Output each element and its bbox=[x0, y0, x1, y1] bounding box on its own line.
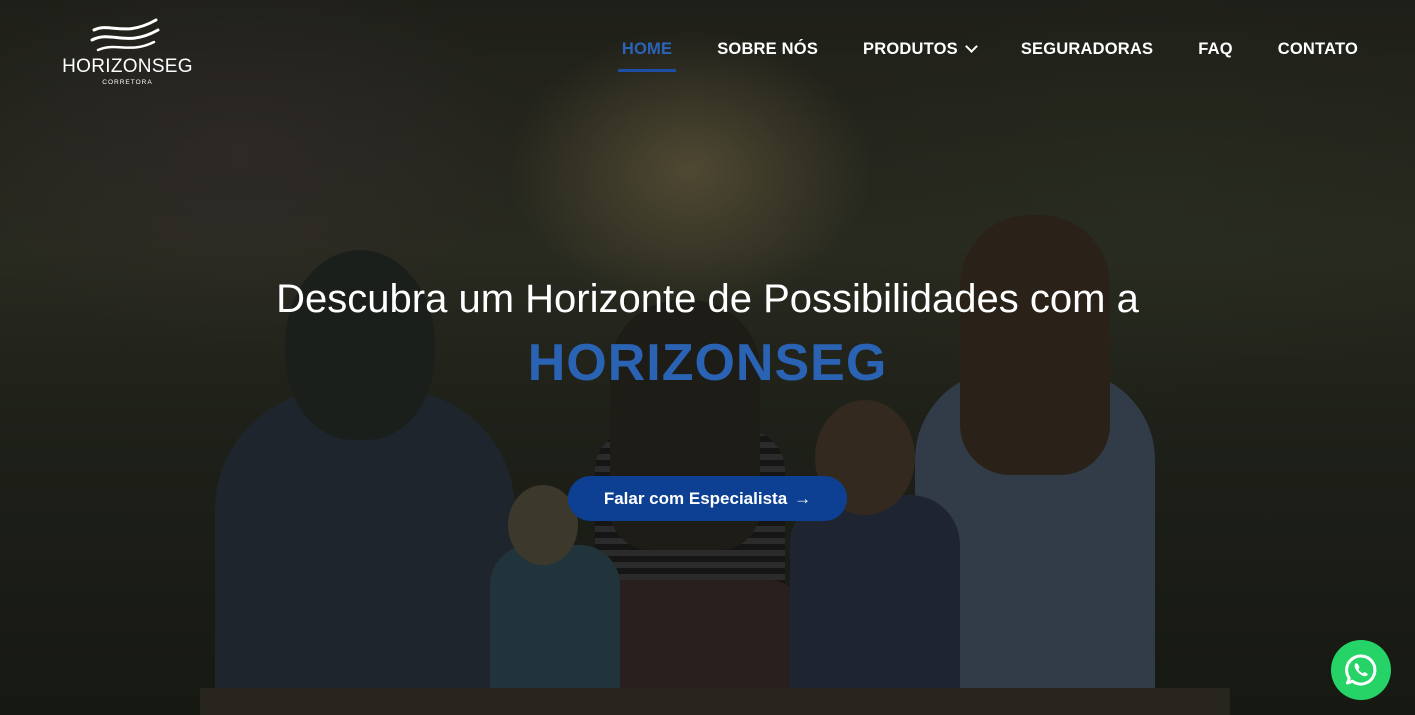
logo-subtitle: CORRETORA bbox=[102, 79, 153, 86]
wave-logo-icon bbox=[90, 18, 160, 52]
nav-item-faq[interactable]: FAQ bbox=[1198, 40, 1233, 59]
nav-item-contato[interactable]: CONTATO bbox=[1278, 40, 1358, 59]
active-underline bbox=[617, 69, 677, 72]
talk-to-specialist-button[interactable]: Falar com Especialista → bbox=[568, 476, 847, 521]
nav-item-sobre-nos[interactable]: SOBRE NÓS bbox=[717, 40, 818, 59]
nav-item-seguradoras[interactable]: SEGURADORAS bbox=[1021, 40, 1153, 59]
nav-item-home[interactable]: HOME bbox=[617, 40, 677, 72]
hero-headline: Descubra um Horizonte de Possibilidades … bbox=[276, 277, 1139, 321]
whatsapp-button[interactable] bbox=[1331, 640, 1391, 700]
hero-section: HORIZONSEG CORRETORA HOME SOBRE NÓS PROD… bbox=[0, 0, 1415, 715]
nav-item-label: FAQ bbox=[1198, 40, 1233, 58]
nav-item-label: HOME bbox=[621, 40, 673, 58]
nav-item-label: CONTATO bbox=[1277, 40, 1358, 58]
cta-label: Falar com Especialista bbox=[603, 488, 788, 508]
nav-item-label: SEGURADORAS bbox=[1020, 40, 1154, 58]
main-nav: HOME SOBRE NÓS PRODUTOS SEGURADORAS FAQ … bbox=[577, 40, 1358, 72]
nav-item-label: PRODUTOS bbox=[863, 40, 958, 58]
hero-brand: HORIZONSEG bbox=[527, 334, 888, 392]
arrow-right-icon: → bbox=[794, 488, 812, 508]
chevron-down-icon bbox=[964, 40, 978, 53]
whatsapp-icon bbox=[1345, 654, 1377, 686]
nav-item-label: SOBRE NÓS bbox=[717, 40, 819, 58]
logo-name: HORIZONSEG bbox=[62, 56, 193, 77]
site-logo[interactable]: HORIZONSEG CORRETORA bbox=[60, 18, 195, 90]
nav-item-produtos[interactable]: PRODUTOS bbox=[863, 40, 978, 59]
